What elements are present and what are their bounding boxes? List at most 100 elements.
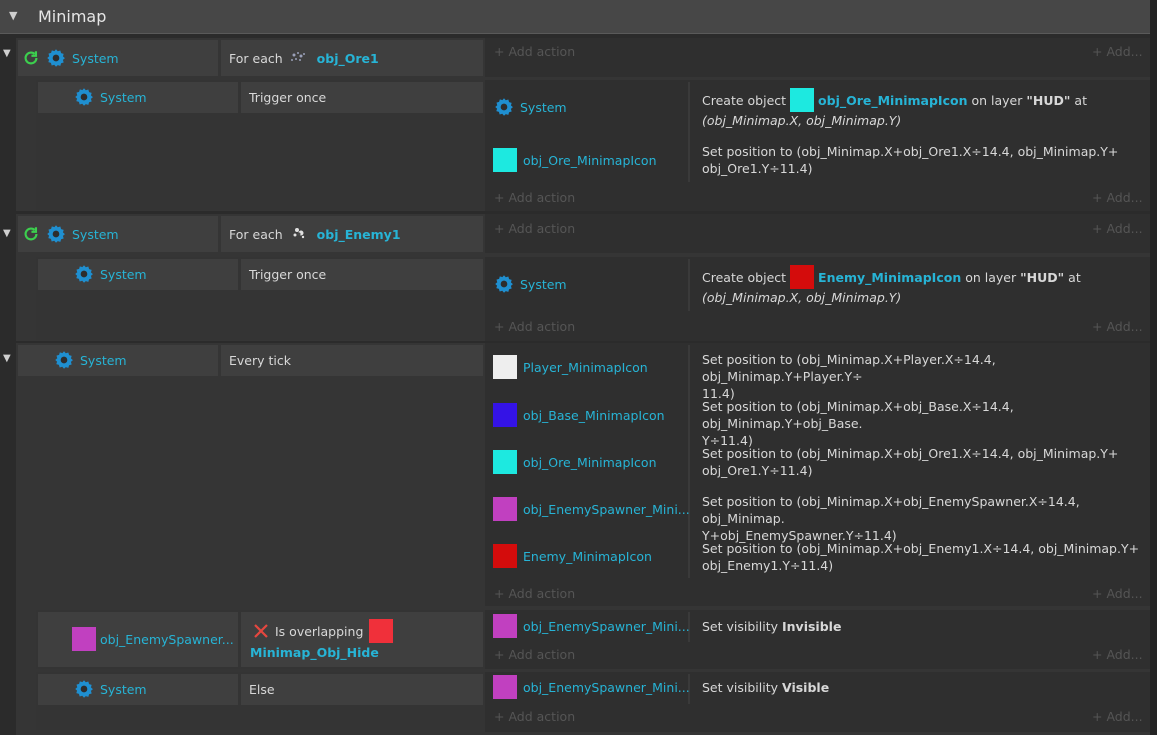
condition-object-cell[interactable]: obj_EnemySpawner... (38, 612, 238, 667)
object-name[interactable]: obj_Enemy1 (317, 227, 401, 242)
add-more-label: Add... (1106, 709, 1143, 724)
condition-text: For each (229, 50, 283, 66)
add-more-button[interactable]: + Add... (1092, 319, 1143, 334)
collapse-toggle-icon[interactable]: ▼ (3, 48, 11, 59)
gear-icon (46, 224, 66, 244)
plus-icon: + (494, 44, 505, 59)
gear-icon (74, 264, 94, 284)
action-set-position[interactable]: Set position to (obj_Minimap.X+obj_Ore1.… (702, 445, 1142, 479)
add-action-button[interactable]: + Add action (494, 190, 575, 205)
triangle-down-icon[interactable]: ▼ (9, 9, 17, 22)
condition-cell-for-each-enemy[interactable]: For each obj_Enemy1 (221, 216, 483, 252)
add-action-button[interactable]: + Add action (494, 44, 575, 59)
ore-icon-swatch (493, 148, 517, 172)
condition-cell-trigger-once[interactable]: Trigger once (241, 259, 483, 290)
add-action-button[interactable]: + Add action (494, 586, 575, 601)
object-name[interactable]: obj_Ore_MinimapIcon (818, 92, 967, 109)
action-set-visibility[interactable]: Set visibility Visible (702, 679, 829, 696)
action-panel (485, 214, 1150, 253)
spawner-icon-swatch (493, 497, 517, 521)
add-more-label: Add... (1106, 586, 1143, 601)
add-action-button[interactable]: + Add action (494, 709, 575, 724)
action-object-spawner-icon[interactable]: obj_EnemySpawner_Mini... (493, 675, 690, 699)
action-set-visibility[interactable]: Set visibility Invisible (702, 618, 841, 635)
action-set-position[interactable]: Set position to (obj_Minimap.X+obj_Ore1.… (702, 143, 1142, 177)
add-more-button[interactable]: + Add... (1092, 190, 1143, 205)
action-set-position[interactable]: Set position to (obj_Minimap.X+obj_Enemy… (702, 493, 1142, 544)
condition-object-cell[interactable]: System (18, 40, 218, 76)
condition-cell-for-each-ore[interactable]: For each obj_Ore1 (221, 40, 483, 76)
plus-icon: + (494, 319, 505, 334)
add-more-button[interactable]: + Add... (1092, 221, 1143, 236)
action-object-spawner-icon[interactable]: obj_EnemySpawner_Mini... (493, 497, 690, 521)
system-label: System (80, 352, 127, 368)
gear-icon (74, 87, 94, 107)
gear-icon (494, 274, 514, 294)
action-object-base-icon[interactable]: obj_Base_MinimapIcon (493, 403, 665, 427)
spawner-icon-swatch (72, 627, 96, 651)
condition-cell-else[interactable]: Else (241, 674, 483, 705)
action-text: obj_Ore1.Y÷11.4) (702, 463, 813, 478)
action-object-enemy-icon[interactable]: Enemy_MinimapIcon (493, 544, 652, 568)
object-name[interactable]: Minimap_Obj_Hide (250, 645, 379, 660)
group-header-minimap[interactable]: ▼ Minimap (0, 0, 1150, 34)
add-action-label: Add action (508, 221, 576, 236)
add-action-button[interactable]: + Add action (494, 647, 575, 662)
add-more-button[interactable]: + Add... (1092, 44, 1143, 59)
action-set-position[interactable]: Set position to (obj_Minimap.X+obj_Base.… (702, 398, 1142, 449)
condition-object-cell[interactable]: System (38, 82, 238, 113)
condition-object-cell[interactable]: System (18, 216, 218, 252)
action-text: at (1068, 269, 1081, 285)
plus-icon: + (1092, 190, 1103, 205)
condition-object-cell[interactable]: System (38, 674, 238, 705)
action-params: (obj_Minimap.X, obj_Minimap.Y) (702, 290, 902, 305)
add-more-button[interactable]: + Add... (1092, 647, 1143, 662)
condition-cell-every-tick[interactable]: Every tick (221, 345, 483, 376)
add-more-button[interactable]: + Add... (1092, 586, 1143, 601)
collapse-toggle-icon[interactable]: ▼ (3, 353, 11, 364)
condition-cell-trigger-once[interactable]: Trigger once (241, 82, 483, 113)
divider (688, 345, 690, 578)
ore-icon-swatch (790, 88, 815, 112)
add-more-button[interactable]: + Add... (1092, 709, 1143, 724)
action-object-ore-icon[interactable]: obj_Ore_MinimapIcon (493, 148, 657, 172)
action-object-system[interactable]: System (494, 97, 567, 117)
plus-icon: + (494, 709, 505, 724)
action-object-player-icon[interactable]: Player_MinimapIcon (493, 355, 648, 379)
plus-icon: + (1092, 44, 1103, 59)
condition-cell-is-overlapping[interactable]: Is overlapping Minimap_Obj_Hide (241, 612, 483, 667)
action-create-enemy-icon[interactable]: Create object Enemy_MinimapIcon on layer… (702, 265, 1142, 306)
object-name[interactable]: obj_Ore1 (317, 51, 379, 66)
condition-text: Trigger once (249, 267, 327, 282)
action-object-spawner-icon[interactable]: obj_EnemySpawner_Mini... (493, 614, 690, 638)
condition-object-cell[interactable]: System (18, 345, 218, 376)
system-label: System (72, 226, 119, 242)
object-name[interactable]: Enemy_MinimapIcon (818, 269, 961, 286)
action-set-position[interactable]: Set position to (obj_Minimap.X+Player.X÷… (702, 351, 1142, 402)
plus-icon: + (494, 221, 505, 236)
plus-icon: + (1092, 221, 1103, 236)
action-text: Set position to (obj_Minimap.X+obj_Ore1.… (702, 446, 1119, 461)
collapse-toggle-icon[interactable]: ▼ (3, 228, 11, 239)
action-text: Create object (702, 269, 787, 285)
action-object-label: obj_Ore_MinimapIcon (523, 152, 657, 168)
action-create-ore-icon[interactable]: Create object obj_Ore_MinimapIcon on lay… (702, 88, 1142, 129)
action-panel (485, 38, 1150, 77)
enemy-icon-swatch (790, 265, 815, 289)
condition-text: Every tick (229, 353, 291, 368)
action-object-system[interactable]: System (494, 274, 567, 294)
condition-object-label: obj_EnemySpawner... (100, 631, 234, 647)
action-object-label: Player_MinimapIcon (523, 359, 648, 375)
scrollbar[interactable] (1150, 0, 1157, 735)
add-action-button[interactable]: + Add action (494, 221, 575, 236)
plus-icon: + (494, 586, 505, 601)
system-label: System (100, 681, 147, 697)
action-text: on layer (965, 269, 1017, 285)
condition-object-cell[interactable]: System (38, 259, 238, 290)
add-action-button[interactable]: + Add action (494, 319, 575, 334)
divider (688, 82, 690, 182)
action-set-position[interactable]: Set position to (obj_Minimap.X+obj_Enemy… (702, 540, 1142, 574)
ore-icon-swatch (493, 450, 517, 474)
action-object-ore-icon[interactable]: obj_Ore_MinimapIcon (493, 450, 657, 474)
condition-text: Else (249, 682, 275, 697)
